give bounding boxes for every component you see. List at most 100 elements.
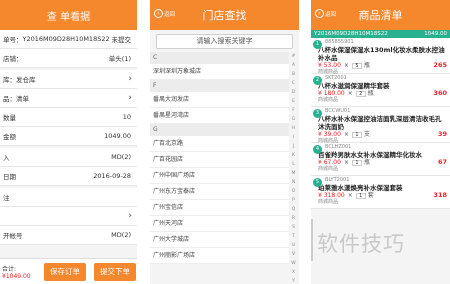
- list-item[interactable]: 广州丽影广场店: [150, 248, 289, 264]
- list-item[interactable]: 番禺大润发店: [150, 92, 289, 108]
- product-header: ‹ 返回 商品清单: [311, 0, 450, 30]
- warehouse-row[interactable]: 库： 发仓库 ›: [0, 70, 137, 89]
- product-name: 八杯水保湿保湿水130ml化妆水柔肤水控油补水品: [318, 46, 447, 62]
- index-letter[interactable]: O: [289, 187, 298, 196]
- store-header: ‹ 返回 门店查找: [150, 0, 299, 30]
- chevron-right-icon: ›: [128, 74, 132, 84]
- index-letter[interactable]: W: [289, 259, 298, 268]
- product-list-screen: ‹ 返回 商品清单 Y2016M09D28H10M18S22 1049.00 18…: [311, 0, 450, 284]
- quantity-field[interactable]: 5: [351, 62, 362, 69]
- index-letter[interactable]: H: [289, 124, 298, 133]
- product-card[interactable]: 2 SKT2001 八杯水滋润保湿精华套装 ¥ 180.00 × 2 瓶 360 商城商品: [311, 74, 450, 107]
- list-item[interactable]: 广州大学城店: [150, 232, 289, 248]
- order-no: Y2016M09D28H10M18S22: [22, 35, 110, 43]
- total-summary: 合计:¥1049.00: [2, 264, 42, 280]
- store-search-input[interactable]: 请输入搜索关键字: [156, 34, 293, 49]
- screenshot-collage: 查 单看据 单号： Y2016M09D28H10M18S22 未提交 店铺： 单…: [0, 0, 450, 284]
- list-item[interactable]: 广百花园店: [150, 152, 289, 168]
- index-letter[interactable]: Y: [289, 277, 298, 284]
- index-letter[interactable]: Q: [289, 205, 298, 214]
- inbound-row[interactable]: 入 MD(2): [0, 148, 137, 167]
- save-order-button[interactable]: 保存订单: [44, 262, 86, 281]
- list-item[interactable]: 广州宝信店: [150, 200, 289, 216]
- back-button[interactable]: ‹ 返回: [315, 9, 336, 18]
- index-letter[interactable]: B: [289, 70, 298, 79]
- list-item[interactable]: 番禺星河湾店: [150, 108, 289, 124]
- index-letter[interactable]: G: [289, 115, 298, 124]
- product-card[interactable]: 1 885855901 八杯水保湿保湿水130ml化妆水柔肤水控油补水品 ¥ 53.0…: [311, 38, 450, 75]
- product-name: 百雀羚男肤水女补水保湿精华化妆水: [318, 151, 447, 159]
- price-line: ¥ 318.00 × 1 套 318: [318, 191, 447, 200]
- order-footer: 合计:¥1049.00 保存订单 提交下单: [0, 258, 137, 284]
- index-letter[interactable]: D: [289, 88, 298, 97]
- product-category: 商城商品: [318, 199, 339, 205]
- product-card[interactable]: 3 BCCWU01 八杯水补水保湿控油洁面乳深层清洁收毛孔沐洗面奶 ¥ 39.00 × 1…: [311, 107, 450, 144]
- unit-price: ¥ 39.00: [318, 131, 341, 138]
- index-letter[interactable]: X: [289, 268, 298, 277]
- quantity-field[interactable]: 2: [355, 90, 366, 97]
- index-letter[interactable]: K: [289, 151, 298, 160]
- index-letter[interactable]: S: [289, 223, 298, 232]
- account-row[interactable]: 开帐号 MD(2): [0, 226, 137, 245]
- index-letter[interactable]: E: [289, 97, 298, 106]
- divider: [311, 219, 313, 261]
- subtotal: 360: [433, 89, 447, 97]
- index-letter[interactable]: L: [289, 160, 298, 169]
- list-item[interactable]: 广州中国广场店: [150, 168, 289, 184]
- multiply-icon: ×: [343, 131, 349, 138]
- section-header: C: [150, 52, 289, 64]
- submit-order-button[interactable]: 提交下单: [94, 262, 136, 281]
- alphabet-index[interactable]: #ABCDEFGHIJKLMNOPQRSTUVWXYZ: [289, 52, 298, 284]
- index-letter[interactable]: R: [289, 214, 298, 223]
- index-letter[interactable]: C: [289, 79, 298, 88]
- item-number-badge: 5: [313, 178, 322, 187]
- quantity-field[interactable]: 1: [351, 159, 362, 166]
- item-number-badge: 1: [313, 40, 322, 49]
- back-label: 返回: [164, 11, 176, 18]
- list-item[interactable]: 广州天河店: [150, 216, 289, 232]
- list-item[interactable]: 广州东方宝泰店: [150, 184, 289, 200]
- order-detail-screen: 查 单看据 单号： Y2016M09D28H10M18S22 未提交 店铺： 单…: [0, 0, 137, 284]
- chevron-right-icon: ›: [128, 93, 132, 103]
- list-item[interactable]: 深圳深圳万象城店: [150, 64, 289, 80]
- note-row[interactable]: 注: [0, 188, 137, 207]
- date-row[interactable]: 日期 2016-09-28: [0, 167, 137, 186]
- row-label: 店铺：: [3, 55, 23, 63]
- product-name-text: 八杯水滋润保湿精华套装: [318, 82, 390, 90]
- multiply-icon: ×: [343, 159, 349, 166]
- quantity-value: 10: [122, 113, 131, 121]
- store-value: 单头(1): [108, 55, 131, 63]
- product-list-row[interactable]: 品： 清单 ›: [0, 89, 137, 108]
- index-letter[interactable]: P: [289, 196, 298, 205]
- store-search-screen: ‹ 返回 门店查找 请输入搜索关键字 C 深圳深圳万象城店 F 番禺大润发店 番禺…: [150, 0, 299, 284]
- list-item[interactable]: 广百北京路: [150, 136, 289, 152]
- chevron-left-icon: ‹: [315, 9, 324, 18]
- index-letter[interactable]: U: [289, 241, 298, 250]
- amount-value: 1049.00: [104, 132, 131, 140]
- blank-row[interactable]: ›: [0, 207, 137, 226]
- product-card[interactable]: 4 BCLHZ001 百雀羚男肤水女补水保湿精华化妆水 ¥ 67.00 × 1 瓶 67 商城商…: [311, 143, 450, 176]
- warehouse-text: 发仓库: [16, 76, 36, 84]
- index-letter[interactable]: T: [289, 232, 298, 241]
- index-letter[interactable]: A: [289, 61, 298, 70]
- product-code: BCCWU01: [325, 108, 351, 114]
- back-button[interactable]: ‹ 返回: [154, 9, 175, 18]
- product-card[interactable]: 5 BLYT2001 珀莱雅水漾焕亮补水保湿套装 ¥ 318.00 × 1 套 318 商城商品: [311, 176, 450, 209]
- subtotal: 318: [433, 191, 447, 199]
- index-letter[interactable]: J: [289, 142, 298, 151]
- index-letter[interactable]: N: [289, 178, 298, 187]
- index-letter[interactable]: F: [289, 106, 298, 115]
- quantity-field[interactable]: 1: [351, 131, 362, 138]
- store-row[interactable]: 店铺： 单头(1): [0, 49, 137, 68]
- product-name: 珀莱雅水漾焕亮补水保湿套装: [318, 184, 447, 192]
- index-letter[interactable]: I: [289, 133, 298, 142]
- index-letter[interactable]: #: [289, 52, 298, 61]
- total-amount: ¥1049.00: [2, 272, 31, 280]
- quantity-field[interactable]: 1: [355, 192, 366, 199]
- row-label: 注: [3, 194, 10, 202]
- unit-label: 瓶: [367, 90, 374, 97]
- index-letter[interactable]: V: [289, 250, 298, 259]
- index-letter[interactable]: M: [289, 169, 298, 178]
- item-number-badge: 2: [313, 76, 322, 85]
- quantity-row: 数量 10: [0, 108, 137, 127]
